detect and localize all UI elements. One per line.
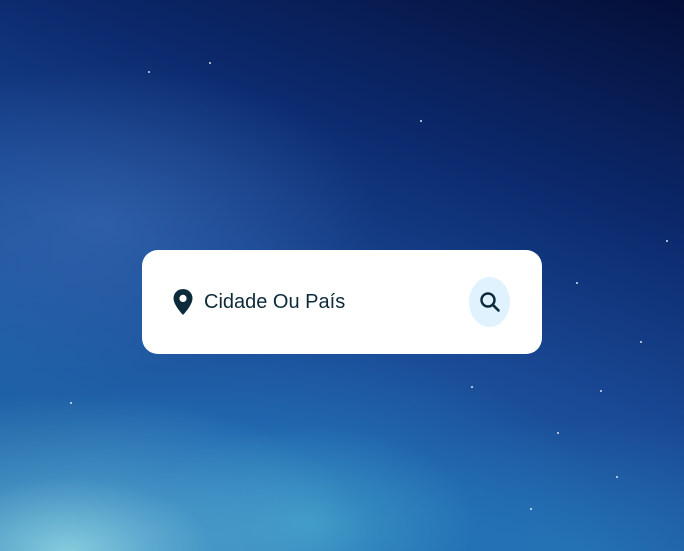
magnifier-icon [478, 290, 502, 314]
search-card [142, 250, 542, 354]
search-button[interactable] [469, 277, 510, 327]
map-pin-icon [172, 287, 194, 317]
location-search-input[interactable] [204, 287, 469, 317]
